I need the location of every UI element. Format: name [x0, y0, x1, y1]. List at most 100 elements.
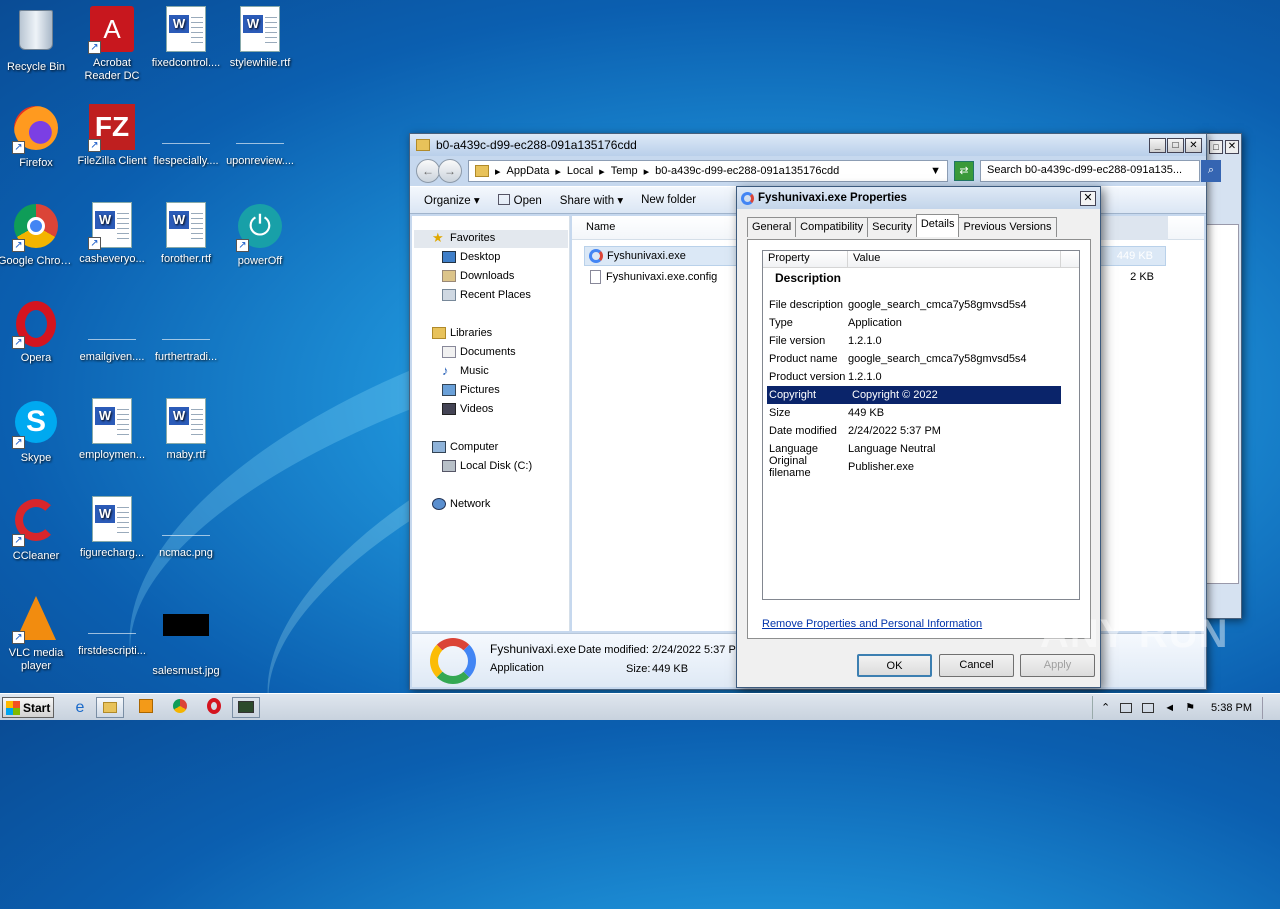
maximize-button[interactable]: □: [1167, 137, 1184, 153]
breadcrumb-appdata[interactable]: AppData: [507, 165, 550, 177]
close-button[interactable]: ✕: [1225, 140, 1239, 154]
close-button[interactable]: ✕: [1185, 137, 1202, 153]
property-row[interactable]: Product version 1.2.1.0: [763, 368, 1079, 386]
recent-places-icon: [442, 289, 456, 301]
tab-security[interactable]: Security: [867, 217, 917, 237]
ok-button[interactable]: OK: [857, 654, 932, 677]
desktop-icon-flespecially[interactable]: flespecially....: [148, 104, 224, 168]
open-button[interactable]: Open: [497, 193, 542, 207]
desktop-icon-salesmust[interactable]: salesmust.jpg: [148, 594, 224, 678]
column-property[interactable]: Property: [763, 251, 848, 267]
property-row[interactable]: Type Application: [763, 314, 1079, 332]
desktop-icon-skype[interactable]: S ↗ Skype: [0, 398, 74, 465]
cancel-button[interactable]: Cancel: [939, 654, 1014, 677]
address-bar[interactable]: ▸ AppData ▸ Local ▸ Temp ▸ b0-a439c-d99-…: [468, 160, 948, 182]
desktop-icon-forother[interactable]: forother.rtf: [148, 202, 224, 266]
column-name[interactable]: Name: [586, 221, 615, 233]
start-button[interactable]: Start: [2, 697, 54, 718]
desktop-icon-ncmac[interactable]: ncmac.png: [148, 496, 224, 560]
show-desktop-button[interactable]: [1262, 696, 1272, 719]
desktop-icon-maby[interactable]: maby.rtf: [148, 398, 224, 462]
new-folder-button[interactable]: New folder: [641, 194, 696, 206]
desktop-icon-chrome[interactable]: ↗ Google Chrome: [0, 202, 74, 268]
nav-desktop[interactable]: Desktop: [442, 251, 500, 263]
desktop-icon-opera[interactable]: ↗ Opera: [0, 300, 74, 365]
back-button[interactable]: ←: [416, 159, 440, 183]
desktop-icon-casheveryo[interactable]: ↗ casheveryo...: [74, 202, 150, 266]
folder-icon: [416, 139, 430, 151]
tab-compatibility[interactable]: Compatibility: [795, 217, 869, 237]
tab-details[interactable]: Details: [915, 214, 960, 237]
desktop-icon-stylewhile[interactable]: stylewhile.rtf: [222, 6, 298, 70]
tray-network-icon[interactable]: [1120, 702, 1133, 713]
property-row[interactable]: Original filename Publisher.exe: [763, 455, 1079, 479]
nav-favorites[interactable]: ★ Favorites: [432, 231, 495, 244]
search-icon[interactable]: ⌕: [1201, 160, 1221, 182]
tray-monitor-icon[interactable]: [1142, 702, 1155, 713]
ie-icon[interactable]: e: [66, 697, 94, 718]
desktop-icon-figurecharg[interactable]: figurecharg...: [74, 496, 150, 560]
explorer-titlebar[interactable]: b0-a439c-d99-ec288-091a135176cdd _ □ ✕: [410, 134, 1206, 156]
clock[interactable]: 5:38 PM: [1211, 702, 1252, 714]
nav-music[interactable]: ♪ Music: [442, 364, 489, 377]
column-value[interactable]: Value: [848, 251, 1061, 267]
desktop-icon-vlc[interactable]: ↗ VLC media player: [0, 594, 74, 673]
nav-network[interactable]: Network: [432, 498, 490, 510]
share-with-button[interactable]: Share with ▾: [560, 193, 623, 207]
property-row[interactable]: File version 1.2.1.0: [763, 332, 1079, 350]
explorer-taskbar-icon[interactable]: [96, 697, 124, 718]
desktop-icon-fixedcontrol[interactable]: fixedcontrol....: [148, 6, 224, 70]
minimize-button[interactable]: _: [1149, 137, 1166, 153]
breadcrumb-local[interactable]: Local: [567, 165, 593, 177]
dropdown-arrow-icon[interactable]: ▼: [930, 165, 941, 177]
forward-button[interactable]: →: [438, 159, 462, 183]
terminal-taskbar-icon[interactable]: [232, 697, 260, 718]
desktop-icon-ccleaner[interactable]: ↗ CCleaner: [0, 496, 74, 563]
organize-button[interactable]: Organize ▾: [424, 193, 480, 207]
nav-documents[interactable]: Documents: [442, 346, 516, 358]
tray-volume-icon[interactable]: ◄: [1164, 702, 1175, 714]
property-row[interactable]: Size 449 KB: [763, 404, 1079, 422]
desktop-icon-firstdescripti[interactable]: firstdescripti...: [74, 594, 150, 658]
close-button[interactable]: ✕: [1080, 190, 1096, 206]
nav-local-disk[interactable]: Local Disk (C:): [442, 460, 532, 472]
desktop-icon-poweroff[interactable]: ⏻ ↗ powerOff: [222, 202, 298, 268]
property-row[interactable]: Product name google_search_cmca7y58gmvsd5…: [763, 350, 1079, 368]
property-row[interactable]: File description google_search_cmca7y58gm…: [763, 296, 1079, 314]
maximize-button[interactable]: □: [1209, 140, 1223, 154]
breadcrumb-folder[interactable]: b0-a439c-d99-ec288-091a135176cdd: [655, 165, 839, 177]
property-row[interactable]: Date modified 2/24/2022 5:37 PM: [763, 422, 1079, 440]
desktop-icon-acrobat[interactable]: A ↗ Acrobat Reader DC: [74, 6, 150, 83]
dialog-titlebar[interactable]: Fyshunivaxi.exe Properties ✕: [737, 187, 1100, 209]
tab-previous-versions[interactable]: Previous Versions: [958, 217, 1057, 237]
desktop-icon-employmen[interactable]: employmen...: [74, 398, 150, 462]
tab-general[interactable]: General: [747, 217, 797, 237]
nav-downloads[interactable]: Downloads: [442, 270, 514, 282]
nav-recent-places[interactable]: Recent Places: [442, 289, 531, 301]
desktop-icon-uponreview[interactable]: uponreview....: [222, 104, 298, 168]
breadcrumb-temp[interactable]: Temp: [611, 165, 638, 177]
tray-flag-icon[interactable]: ⚑: [1185, 701, 1195, 714]
tray-expand-icon[interactable]: ⌃: [1101, 701, 1110, 714]
desktop-icon-filezilla[interactable]: FZ ↗ FileZilla Client: [74, 104, 150, 168]
remove-properties-link[interactable]: Remove Properties and Personal Informati…: [762, 618, 982, 630]
desktop-icon-emailgiven[interactable]: emailgiven....: [74, 300, 150, 364]
opera-taskbar-icon[interactable]: [200, 697, 228, 718]
nav-computer[interactable]: Computer: [432, 441, 498, 453]
refresh-button[interactable]: ⇄: [954, 161, 974, 181]
property-list[interactable]: Property Value Description File descript…: [762, 250, 1080, 600]
nav-libraries[interactable]: Libraries: [432, 327, 492, 339]
chrome-taskbar-icon[interactable]: [166, 697, 194, 718]
property-row-selected[interactable]: Copyright Copyright © 2022: [767, 386, 1061, 404]
section-description: Description: [775, 271, 842, 285]
background-window-content: [1205, 224, 1239, 584]
desktop-icon-furthertradi[interactable]: furthertradi...: [148, 300, 224, 364]
desktop-icon-firefox[interactable]: ↗ Firefox: [0, 104, 74, 170]
desktop-icon-recycle-bin[interactable]: Recycle Bin: [0, 6, 74, 74]
column-size[interactable]: [1098, 216, 1168, 240]
media-player-icon[interactable]: [132, 697, 160, 718]
nav-videos[interactable]: Videos: [442, 403, 493, 415]
search-input[interactable]: Search b0-a439c-d99-ec288-091a135... ⌕: [980, 160, 1221, 182]
nav-pictures[interactable]: Pictures: [442, 384, 500, 396]
apply-button[interactable]: Apply: [1020, 654, 1095, 677]
